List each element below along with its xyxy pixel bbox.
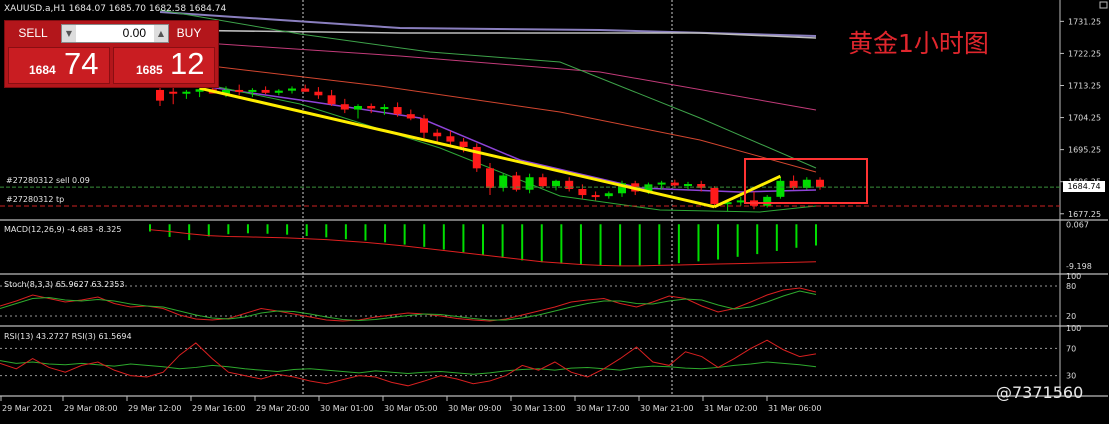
candle-body xyxy=(354,105,362,110)
rsi-line xyxy=(0,339,817,387)
order-sell-label: #27280312 sell 0.09 xyxy=(6,176,90,185)
macd-tick-label: -9.198 xyxy=(1066,262,1092,271)
time-tick-label: 30 Mar 05:00 xyxy=(384,404,437,413)
moving-average-line xyxy=(159,29,817,39)
stoch-tick-label: 80 xyxy=(1066,282,1076,291)
price-tick-label: 1695.25 xyxy=(1068,146,1101,155)
buy-price-small: 1685 xyxy=(136,63,163,77)
rsi-lines xyxy=(0,339,817,387)
candle-body xyxy=(710,187,719,204)
time-tick-label: 30 Mar 21:00 xyxy=(640,404,693,413)
candle-body xyxy=(261,89,270,93)
sell-price-small: 1684 xyxy=(29,63,56,77)
candle-body xyxy=(459,141,468,147)
annotation-title: 黄金1小时图 xyxy=(848,29,989,58)
time-tick-label: 29 Mar 08:00 xyxy=(64,404,117,413)
lot-decrease-icon[interactable]: ▼ xyxy=(62,25,76,42)
candle-body xyxy=(763,196,772,206)
sell-price-big: 74 xyxy=(64,46,99,81)
candle-body xyxy=(367,105,376,109)
candle-body xyxy=(591,195,600,198)
stochastic-lines xyxy=(0,287,817,322)
time-tick-label: 31 Mar 02:00 xyxy=(704,404,757,413)
time-tick-label: 30 Mar 13:00 xyxy=(512,404,565,413)
candle-body xyxy=(499,175,508,188)
candle-body xyxy=(446,136,455,142)
time-tick-label: 29 Mar 16:00 xyxy=(192,404,245,413)
trendline-down xyxy=(199,86,715,209)
symbol-title: XAUUSD.a,H1 1684.07 1685.70 1682.58 1684… xyxy=(4,4,227,14)
stoch-tick-label: 100 xyxy=(1066,272,1081,281)
candle-body xyxy=(736,200,745,203)
rsi-tick-label: 100 xyxy=(1066,324,1081,333)
rsi-tick-label: 30 xyxy=(1066,372,1076,381)
order-tp-label: #27280312 tp xyxy=(6,195,65,204)
macd-label: MACD(12,26,9) -4.683 -8.325 xyxy=(4,225,122,234)
time-tick-label: 29 Mar 12:00 xyxy=(128,404,181,413)
candle-body xyxy=(248,89,257,92)
candle-body xyxy=(684,184,692,187)
candle-body xyxy=(525,177,534,190)
candle-body xyxy=(274,90,283,93)
time-tick-label: 30 Mar 17:00 xyxy=(576,404,629,413)
candle-body xyxy=(156,89,164,101)
candle-body xyxy=(565,180,574,190)
lot-size-value[interactable]: 0.00 xyxy=(78,25,152,42)
candle-body xyxy=(433,132,442,137)
macd-histogram xyxy=(149,224,817,267)
window-corner-icon xyxy=(1099,1,1108,9)
price-tick-label: 1731.25 xyxy=(1068,17,1101,26)
candle-body xyxy=(552,180,560,187)
candle-body xyxy=(393,107,402,115)
moving-average-line xyxy=(159,39,817,111)
one-click-trade-panel: SELL ▼ 0.00 ▲ BUY 1684 74 1685 12 xyxy=(4,20,219,88)
candle-body xyxy=(420,118,428,133)
rsi-line xyxy=(0,360,817,375)
rsi-label: RSI(13) 43.2727 RSI(3) 61.5694 xyxy=(4,332,132,341)
time-tick-label: 31 Mar 06:00 xyxy=(768,404,821,413)
candle-body xyxy=(169,91,178,94)
candle-body xyxy=(406,114,415,119)
candle-body xyxy=(538,177,547,187)
candle-body xyxy=(314,91,323,96)
lot-size-field[interactable]: ▼ 0.00 ▲ xyxy=(61,24,169,43)
price-tick-label: 1713.25 xyxy=(1068,81,1101,90)
current-price-tag: 1684.74 xyxy=(1063,181,1105,192)
rsi-tick-label: 70 xyxy=(1066,344,1076,353)
candle-body xyxy=(816,179,824,188)
stoch-line xyxy=(0,287,817,322)
candle-body xyxy=(578,189,587,196)
candle-body xyxy=(301,88,310,92)
candle-body xyxy=(604,193,613,197)
candle-body xyxy=(235,89,244,92)
candle-body xyxy=(288,88,296,91)
price-tick-label: 1677.25 xyxy=(1068,210,1101,219)
candle-body xyxy=(182,91,191,94)
price-tick-label: 1722.25 xyxy=(1068,49,1101,58)
watermark: @7371560 xyxy=(996,383,1084,402)
stoch-label: Stoch(8,3,3) 65.9627 63.2353 xyxy=(4,280,125,289)
time-tick-label: 29 Mar 20:00 xyxy=(256,404,309,413)
macd-tick-label: 0.067 xyxy=(1066,220,1089,229)
sell-button[interactable]: SELL xyxy=(8,24,58,43)
price-tick-label: 1704.25 xyxy=(1068,114,1101,123)
candle-body xyxy=(486,168,494,188)
candle-body xyxy=(340,104,349,110)
time-tick-label: 29 Mar 2021 xyxy=(2,404,53,413)
stoch-tick-label: 20 xyxy=(1066,312,1076,321)
candle-body xyxy=(670,182,679,186)
candle-body xyxy=(776,180,785,197)
sell-price-box[interactable]: 1684 74 xyxy=(8,46,110,84)
buy-price-box[interactable]: 1685 12 xyxy=(113,46,215,84)
candle-body xyxy=(657,182,666,185)
candle-body xyxy=(327,95,336,105)
buy-price-big: 12 xyxy=(170,46,205,81)
buy-button[interactable]: BUY xyxy=(164,24,214,43)
time-tick-label: 30 Mar 01:00 xyxy=(320,404,373,413)
time-tick-label: 30 Mar 09:00 xyxy=(448,404,501,413)
candle-body xyxy=(380,107,389,110)
